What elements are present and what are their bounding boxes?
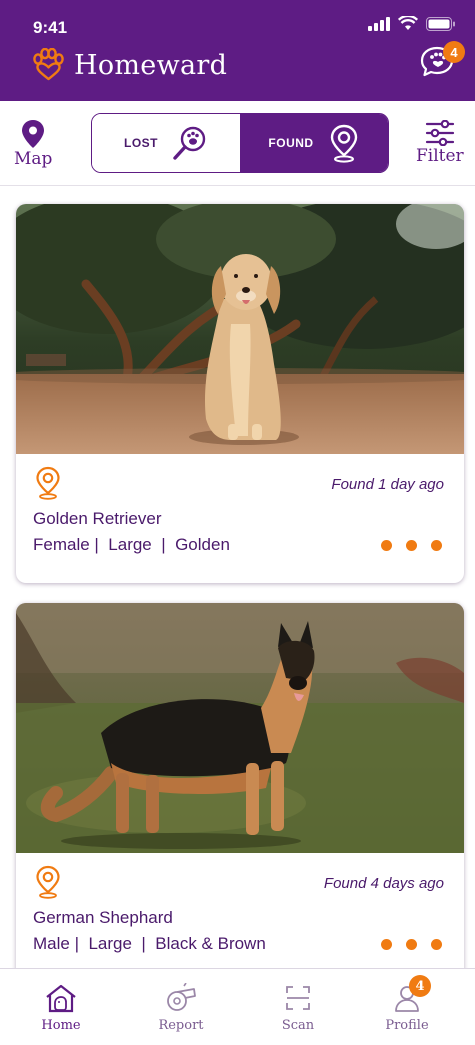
color: Black & Brown: [155, 934, 266, 953]
paw-heart-logo-icon: [33, 48, 64, 81]
brand: Homeward: [30, 48, 227, 82]
messages-button[interactable]: 4: [419, 41, 465, 79]
nav-profile[interactable]: Profile 4: [362, 975, 452, 1033]
profile-badge: 4: [409, 975, 431, 997]
more-options-button[interactable]: [381, 540, 442, 551]
paw-search-icon: [173, 126, 206, 160]
tab-found-label: FOUND: [268, 136, 314, 150]
found-time: Found 1 day ago: [331, 476, 444, 493]
sliders-icon: [425, 120, 454, 146]
messages-badge: 4: [443, 41, 465, 63]
breed: German Shephard: [33, 908, 173, 927]
battery-icon: [426, 16, 455, 31]
map-label: Map: [14, 149, 53, 169]
tab-lost-label: LOST: [124, 136, 158, 150]
filter-label: Filter: [416, 146, 464, 166]
dot: [406, 939, 417, 950]
listing-info: Found 4 days ago German Shephard Male | …: [16, 853, 464, 983]
status-time: 9:41: [33, 18, 68, 37]
color: Golden: [175, 535, 230, 554]
traits: Male | Large | Black & Brown: [33, 934, 266, 953]
bottom-nav: Home Report Scan Profile 4: [0, 968, 475, 1045]
scan-icon: [286, 986, 310, 1010]
filter-button[interactable]: Filter: [416, 120, 464, 166]
whistle-icon: [167, 983, 196, 1011]
sex: Male: [33, 934, 70, 953]
nav-scan-label: Scan: [281, 1018, 315, 1033]
found-time: Found 4 days ago: [323, 875, 444, 892]
app-name: Homeward: [74, 49, 228, 81]
nav-profile-label: Profile: [385, 1018, 429, 1033]
sex: Female: [33, 535, 90, 554]
location-pin-icon: [330, 124, 357, 163]
lost-found-toggle: LOST FOUND: [91, 113, 389, 173]
tab-lost[interactable]: LOST: [92, 114, 240, 172]
dot: [406, 540, 417, 551]
listing-info: Found 1 day ago Golden Retriever Female …: [16, 454, 464, 583]
german-shepherd-photo: [16, 603, 464, 853]
home-icon: [46, 984, 76, 1013]
size: Large: [88, 934, 132, 953]
nav-home[interactable]: Home: [16, 983, 106, 1033]
map-pin-icon: [22, 120, 45, 148]
dot: [381, 939, 392, 950]
location-pin-icon: [36, 466, 60, 500]
nav-report-label: Report: [158, 1018, 204, 1033]
tab-found[interactable]: FOUND: [240, 114, 388, 172]
traits: Female | Large | Golden: [33, 535, 230, 554]
dot: [431, 939, 442, 950]
size: Large: [108, 535, 152, 554]
breed: Golden Retriever: [33, 509, 162, 528]
nav-home-label: Home: [41, 1018, 81, 1033]
signal-icon: [368, 16, 390, 31]
listing-card[interactable]: Found 4 days ago German Shephard Male | …: [16, 603, 464, 983]
status-icons: [368, 16, 455, 31]
nav-scan[interactable]: Scan: [253, 983, 343, 1033]
wifi-icon: [398, 16, 418, 30]
app-header: 9:41 Homeward 4: [0, 0, 475, 101]
listing-card[interactable]: Found 1 day ago Golden Retriever Female …: [16, 204, 464, 583]
location-pin-icon: [36, 865, 60, 899]
map-button[interactable]: Map: [14, 119, 52, 169]
more-options-button[interactable]: [381, 939, 442, 950]
nav-report[interactable]: Report: [136, 983, 226, 1033]
search-toolbar: Map LOST FOUND Filter: [0, 101, 475, 186]
dot: [431, 540, 442, 551]
dot: [381, 540, 392, 551]
golden-retriever-photo: [16, 204, 464, 454]
